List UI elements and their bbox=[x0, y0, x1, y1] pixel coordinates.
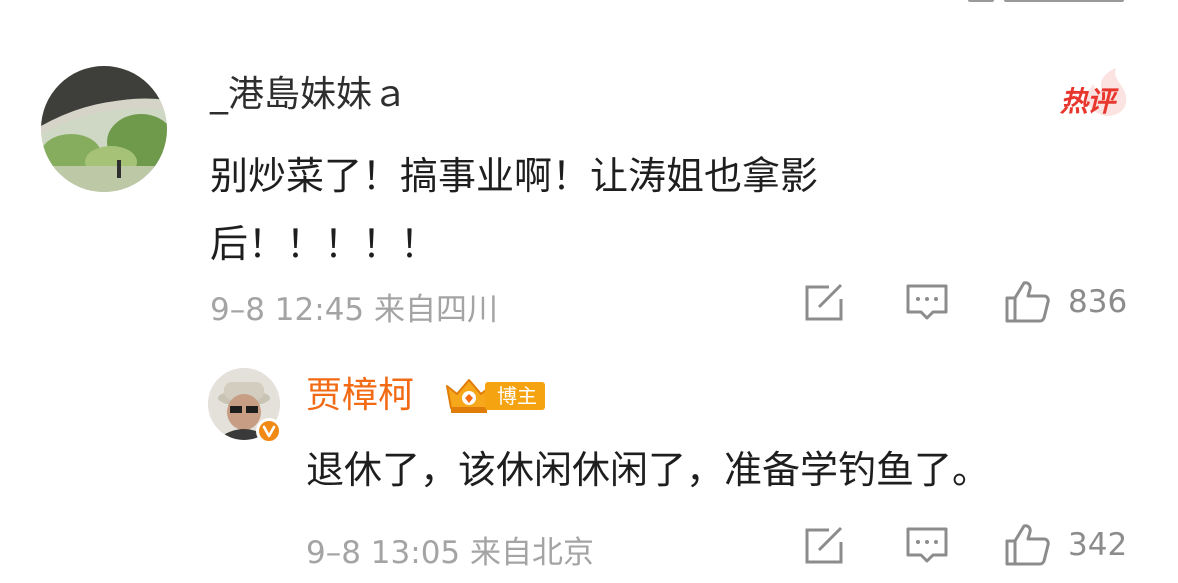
hot-comment-badge: 热评 bbox=[1058, 68, 1138, 118]
verified-v-icon bbox=[256, 418, 282, 444]
avatar-photo-icon bbox=[41, 66, 167, 192]
previous-row-remnant bbox=[968, 0, 1138, 6]
like-count: 342 bbox=[1068, 527, 1128, 563]
comment-username[interactable]: _港島妹妹ａ bbox=[210, 73, 408, 117]
comment-meta: 9–8 12:45 来自四川 bbox=[210, 284, 498, 329]
reply-meta: 9–8 13:05 来自北京 bbox=[306, 527, 594, 572]
share-icon[interactable] bbox=[803, 283, 847, 323]
hot-badge-label: 热评 bbox=[1060, 85, 1115, 118]
reply-time: 9–8 13:05 bbox=[306, 535, 461, 571]
avatar[interactable] bbox=[41, 66, 167, 192]
share-icon[interactable] bbox=[803, 526, 847, 566]
comment-text[interactable]: 别炒菜了！搞事业啊！让涛姐也拿影后！！！！！ bbox=[210, 142, 970, 278]
reply-username[interactable]: 贾樟柯 bbox=[306, 374, 414, 418]
reply-location: 来自北京 bbox=[470, 535, 594, 571]
comment-location: 来自四川 bbox=[374, 292, 498, 328]
blogger-badge: 博主 bbox=[443, 378, 545, 414]
comment-time: 9–8 12:45 bbox=[210, 292, 365, 328]
like-count: 836 bbox=[1068, 284, 1128, 320]
comment-icon[interactable] bbox=[905, 526, 949, 566]
blogger-badge-label: 博主 bbox=[485, 382, 545, 410]
thumbs-up-icon[interactable] bbox=[1004, 280, 1050, 324]
comment-icon[interactable] bbox=[905, 283, 949, 323]
reply-text[interactable]: 退休了，该休闲休闲了，准备学钓鱼了。 bbox=[306, 442, 1156, 498]
thumbs-up-icon[interactable] bbox=[1004, 523, 1050, 567]
